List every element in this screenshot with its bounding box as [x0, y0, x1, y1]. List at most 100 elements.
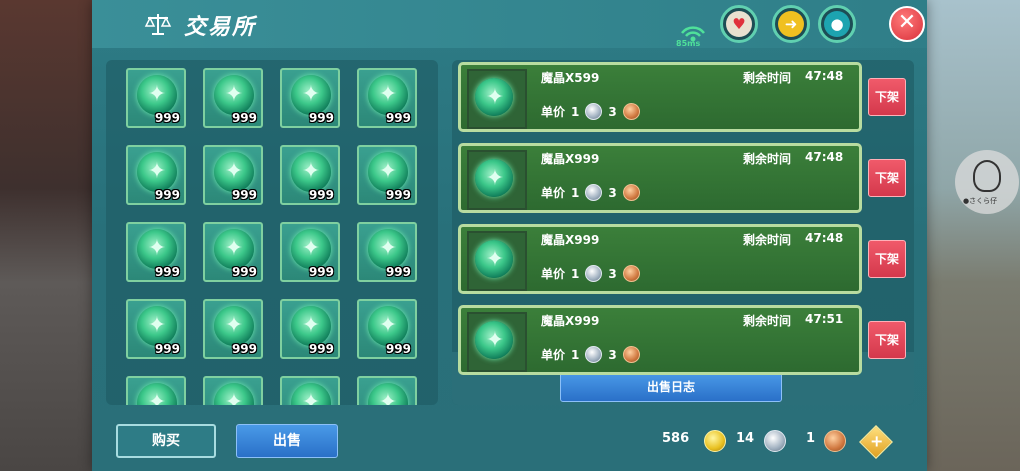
gold-coin-icon: [704, 430, 726, 452]
slot-quantity: 999: [385, 342, 411, 356]
silver-price: 1: [571, 347, 580, 362]
add-currency-button[interactable]: +: [859, 425, 893, 459]
inventory-slot[interactable]: 999: [280, 299, 340, 359]
inventory-slot[interactable]: 999: [357, 145, 417, 205]
heart-icon: ♥: [726, 11, 752, 37]
remaining-time: 47:48: [805, 231, 844, 245]
delist-button[interactable]: 下架: [868, 240, 906, 278]
magic-crystal-icon: [291, 75, 331, 115]
slot-quantity: 999: [154, 342, 180, 356]
magic-crystal-icon: [214, 75, 254, 115]
background-left: [0, 0, 95, 471]
magic-crystal-icon: [368, 306, 408, 346]
qq-chat-button[interactable]: ●さくら仔: [955, 150, 1019, 214]
bronze-amount: 1: [806, 431, 816, 446]
unit-price: 单价 1 3: [541, 184, 640, 201]
slot-quantity: 999: [154, 265, 180, 279]
slot-quantity: 999: [308, 342, 334, 356]
slot-quantity: 999: [308, 265, 334, 279]
listing-name: 魔晶X999: [541, 152, 600, 166]
magic-crystal-icon: [291, 229, 331, 269]
slot-quantity: 999: [385, 111, 411, 125]
unit-price-label: 单价: [541, 348, 566, 362]
magic-crystal-icon: [368, 152, 408, 192]
magic-crystal-icon: [368, 75, 408, 115]
inventory-slot[interactable]: 999: [280, 68, 340, 128]
inventory-slot[interactable]: 999: [357, 299, 417, 359]
slot-quantity: 999: [154, 111, 180, 125]
listing-card[interactable]: 魔晶X999 剩余时间 47:51 单价 1 3: [458, 305, 862, 375]
arrow-icon: ➜: [778, 11, 804, 37]
magic-crystal-icon: [291, 383, 331, 405]
bronze-price: 3: [608, 266, 617, 281]
inventory-slot[interactable]: [126, 376, 186, 405]
slot-quantity: 999: [308, 111, 334, 125]
qq-label: ●さくら仔: [963, 197, 998, 205]
water-gauge[interactable]: ●: [818, 5, 856, 43]
slot-quantity: 999: [308, 188, 334, 202]
listing-card[interactable]: 魔晶X999 剩余时间 47:48 单价 1 3: [458, 224, 862, 294]
remaining-time-label: 剩余时间: [743, 233, 792, 247]
magic-crystal-icon: [137, 383, 177, 405]
bronze-coin-icon: [824, 430, 846, 452]
remaining-time-label: 剩余时间: [743, 314, 792, 328]
inventory-slot[interactable]: 999: [280, 222, 340, 282]
inventory-grid[interactable]: 999 999 999 999 999 999 999 999 999 999 999 999 999 9…: [106, 60, 438, 405]
sales-log-button[interactable]: 出售日志: [560, 372, 782, 402]
magic-crystal-icon: [291, 306, 331, 346]
listing-item-frame: [467, 150, 527, 210]
inventory-slot[interactable]: 999: [126, 299, 186, 359]
tab-sell[interactable]: 出售: [236, 424, 338, 458]
inventory-slot[interactable]: 999: [203, 145, 263, 205]
water-drop-icon: ●: [824, 11, 850, 37]
listing-card[interactable]: 魔晶X999 剩余时间 47:48 单价 1 3: [458, 143, 862, 213]
inventory-slot[interactable]: 999: [126, 68, 186, 128]
delist-button[interactable]: 下架: [868, 321, 906, 359]
magic-crystal-icon: [475, 159, 515, 199]
listing-name: 魔晶X999: [541, 314, 600, 328]
inventory-slot[interactable]: [357, 376, 417, 405]
hunger-gauge[interactable]: ➜: [772, 5, 810, 43]
silver-amount: 14: [736, 431, 755, 446]
silver-price: 1: [571, 104, 580, 119]
inventory-slot[interactable]: [203, 376, 263, 405]
inventory-slot[interactable]: 999: [357, 222, 417, 282]
magic-crystal-icon: [475, 78, 515, 118]
inventory-slot[interactable]: 999: [203, 222, 263, 282]
inventory-slot[interactable]: 999: [126, 145, 186, 205]
magic-crystal-icon: [214, 306, 254, 346]
magic-crystal-icon: [214, 383, 254, 405]
magic-crystal-icon: [368, 383, 408, 405]
magic-crystal-icon: [137, 75, 177, 115]
slot-quantity: 999: [231, 265, 257, 279]
magic-crystal-icon: [291, 152, 331, 192]
remaining-time-label: 剩余时间: [743, 152, 792, 166]
inventory-slot[interactable]: [280, 376, 340, 405]
inventory-slot[interactable]: 999: [126, 222, 186, 282]
silver-coin-icon: [585, 103, 603, 120]
slot-quantity: 999: [231, 342, 257, 356]
delist-button[interactable]: 下架: [868, 159, 906, 197]
tab-buy[interactable]: 购买: [116, 424, 216, 458]
listing-card[interactable]: 魔晶X599 剩余时间 47:48 单价 1 3: [458, 62, 862, 132]
title-bar: 交易所 85ms ♥ ➜ ● ✕: [92, 0, 927, 48]
close-button[interactable]: ✕: [889, 6, 925, 42]
delist-button[interactable]: 下架: [868, 78, 906, 116]
magic-crystal-icon: [214, 229, 254, 269]
listing-panel[interactable]: 出售日志 魔晶X599剩余时间47:48单价13下架魔晶X999剩余时间47:4…: [452, 60, 914, 405]
bronze-coin-icon: [622, 184, 640, 201]
slot-quantity: 999: [231, 111, 257, 125]
health-gauge[interactable]: ♥: [720, 5, 758, 43]
inventory-slot[interactable]: 999: [357, 68, 417, 128]
listing-item-frame: [467, 312, 527, 372]
inventory-slot[interactable]: 999: [203, 299, 263, 359]
remaining-time-label: 剩余时间: [743, 71, 792, 85]
inventory-slot[interactable]: 999: [280, 145, 340, 205]
ping-readout: 85ms: [676, 39, 701, 48]
penguin-icon: [973, 160, 1001, 192]
remaining-time: 47:48: [805, 150, 844, 164]
magic-crystal-icon: [475, 321, 515, 361]
bronze-price: 3: [608, 104, 617, 119]
slot-quantity: 999: [385, 188, 411, 202]
inventory-slot[interactable]: 999: [203, 68, 263, 128]
